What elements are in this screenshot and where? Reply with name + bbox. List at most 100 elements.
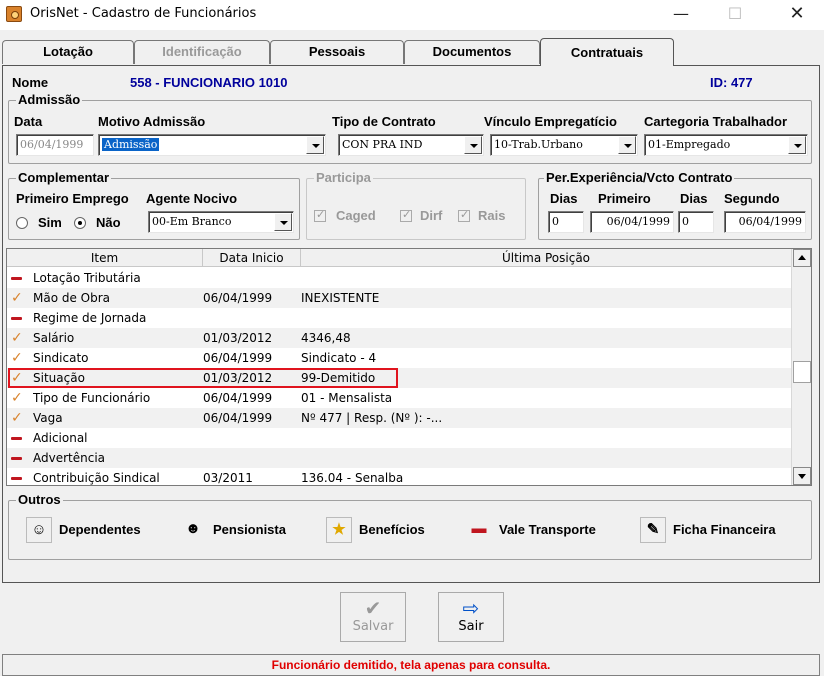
table-row[interactable]: Contribuição Sindical 03/2011 136.04 - Sen… bbox=[7, 468, 791, 485]
table-row[interactable]: Lotação Tributária bbox=[7, 268, 791, 288]
cell-item: Contribuição Sindical bbox=[33, 471, 160, 485]
grid-scrollbar[interactable] bbox=[791, 249, 811, 485]
tab-lotacao[interactable]: Lotação bbox=[2, 40, 134, 64]
table-row[interactable]: ✓ Sindicato 06/04/1999 Sindicato - 4 bbox=[7, 348, 791, 368]
dias2-input[interactable]: 0 bbox=[678, 211, 714, 233]
dirf-checkbox bbox=[400, 208, 412, 222]
star-icon: ★ bbox=[326, 517, 352, 543]
cell-data-inicio: 03/2011 bbox=[203, 471, 253, 485]
col-item[interactable]: Item bbox=[7, 249, 203, 267]
vale-transporte-button[interactable]: ▬ Vale Transporte bbox=[466, 514, 626, 546]
cell-data-inicio: 06/04/1999 bbox=[203, 351, 273, 365]
col-data-inicio[interactable]: Data Inicio bbox=[203, 249, 301, 267]
table-row[interactable]: ✓ Tipo de Funcionário 06/04/1999 01 - Mensa… bbox=[7, 388, 791, 408]
nome-label: Nome bbox=[12, 75, 49, 90]
tipo-contrato-label: Tipo de Contrato bbox=[332, 114, 436, 129]
complementar-title: Complementar bbox=[16, 170, 112, 185]
employee-name: 558 - FUNCIONARIO 1010 bbox=[130, 75, 288, 90]
chevron-down-icon[interactable] bbox=[274, 213, 292, 231]
chevron-down-icon[interactable] bbox=[464, 136, 482, 154]
data-admissao-field: 06/04/1999 bbox=[16, 134, 94, 156]
primeiro-date-input[interactable]: 06/04/1999 bbox=[590, 211, 674, 233]
cell-item: Vaga bbox=[33, 411, 63, 425]
cell-data-inicio bbox=[203, 268, 299, 288]
tab-contratuais[interactable]: Contratuais bbox=[540, 38, 674, 66]
bus-icon: ▬ bbox=[466, 517, 492, 543]
table-row[interactable]: Advertência bbox=[7, 448, 791, 468]
nao-radio[interactable] bbox=[74, 217, 86, 229]
people-icon: ☻ bbox=[180, 517, 206, 543]
tab-documentos[interactable]: Documentos bbox=[404, 40, 540, 64]
cell-data-inicio bbox=[203, 428, 299, 448]
minimize-button[interactable]: — bbox=[658, 0, 704, 30]
check-icon: ✓ bbox=[11, 330, 23, 346]
agente-nocivo-select[interactable]: 00-Em Branco bbox=[148, 211, 294, 233]
sim-label: Sim bbox=[38, 215, 62, 230]
sim-radio[interactable] bbox=[16, 217, 28, 229]
categoria-select[interactable]: 01-Empregado bbox=[644, 134, 808, 156]
motivo-label: Motivo Admissão bbox=[98, 114, 206, 129]
cell-ultima-posicao: 136.04 - Senalba bbox=[301, 471, 404, 485]
cell-data-inicio bbox=[203, 308, 299, 328]
vale-transporte-label: Vale Transporte bbox=[499, 522, 596, 537]
minus-icon bbox=[11, 437, 22, 440]
maximize-button[interactable]: ☐ bbox=[712, 0, 758, 30]
title-bar: OrisNet - Cadastro de Funcionários — ☐ ✕ bbox=[0, 0, 824, 30]
dias2-label: Dias bbox=[680, 191, 708, 206]
table-row[interactable]: Adicional bbox=[7, 428, 791, 448]
cell-ultima-posicao: 4346,48 bbox=[301, 331, 351, 345]
segundo-label: Segundo bbox=[724, 191, 780, 206]
cell-item: Lotação Tributária bbox=[33, 271, 141, 285]
pensionista-button[interactable]: ☻ Pensionista bbox=[180, 514, 310, 546]
check-icon: ✓ bbox=[11, 370, 23, 386]
table-row[interactable]: ✓ Situação 01/03/2012 99-Demitido bbox=[7, 368, 791, 388]
cell-ultima-posicao: INEXISTENTE bbox=[301, 291, 380, 305]
scroll-up-button[interactable] bbox=[793, 249, 811, 267]
ficha-financeira-button[interactable]: ✎ Ficha Financeira bbox=[640, 514, 810, 546]
chevron-down-icon[interactable] bbox=[788, 136, 806, 154]
dias-label: Dias bbox=[550, 191, 578, 206]
chevron-down-icon[interactable] bbox=[306, 136, 324, 154]
tab-pessoais[interactable]: Pessoais bbox=[270, 40, 404, 64]
cell-item: Tipo de Funcionário bbox=[33, 391, 151, 405]
sair-button[interactable]: ⇨ Sair bbox=[438, 592, 504, 642]
agente-nocivo-label: Agente Nocivo bbox=[146, 191, 238, 206]
document-icon: ✎ bbox=[640, 517, 666, 543]
check-icon: ✓ bbox=[11, 410, 23, 426]
contract-items-grid[interactable]: Item Data Inicio Última Posição Lotação … bbox=[6, 248, 812, 486]
check-icon: ✓ bbox=[11, 350, 23, 366]
cell-item: Salário bbox=[33, 331, 75, 345]
cell-data-inicio: 01/03/2012 bbox=[203, 371, 273, 385]
agente-nocivo-value: 00-Em Branco bbox=[152, 215, 232, 228]
table-row[interactable]: ✓ Salário 01/03/2012 4346,48 bbox=[7, 328, 791, 348]
check-icon: ✓ bbox=[11, 290, 23, 306]
cell-data-inicio: 06/04/1999 bbox=[203, 411, 273, 425]
col-ultima-posicao[interactable]: Última Posição bbox=[301, 249, 791, 267]
table-row[interactable]: ✓ Vaga 06/04/1999 Nº 477 | Resp. (Nº ): -..… bbox=[7, 408, 791, 428]
tab-identificacao: Identificação bbox=[134, 40, 270, 64]
ficha-financeira-label: Ficha Financeira bbox=[673, 522, 776, 537]
scroll-thumb[interactable] bbox=[793, 361, 811, 383]
rais-checkbox bbox=[458, 208, 470, 222]
scroll-down-button[interactable] bbox=[793, 467, 811, 485]
dirf-label: Dirf bbox=[420, 208, 443, 223]
data-label: Data bbox=[14, 114, 43, 129]
beneficios-button[interactable]: ★ Benefícios bbox=[326, 514, 456, 546]
table-row[interactable]: ✓ Mão de Obra 06/04/1999 INEXISTENTE bbox=[7, 288, 791, 308]
motivo-admissao-select[interactable]: Admissão bbox=[98, 134, 326, 156]
minus-icon bbox=[11, 277, 22, 280]
close-button[interactable]: ✕ bbox=[774, 0, 820, 30]
table-row[interactable]: Regime de Jornada bbox=[7, 308, 791, 328]
sair-label: Sair bbox=[458, 619, 484, 634]
dependentes-button[interactable]: ☺ Dependentes bbox=[26, 514, 166, 546]
cell-data-inicio: 06/04/1999 bbox=[203, 391, 273, 405]
tipo-contrato-select[interactable]: CON PRA IND bbox=[338, 134, 484, 156]
caged-label: Caged bbox=[336, 208, 376, 223]
segundo-date-input[interactable]: 06/04/1999 bbox=[724, 211, 806, 233]
chevron-down-icon[interactable] bbox=[618, 136, 636, 154]
vinculo-select[interactable]: 10-Trab.Urbano bbox=[490, 134, 638, 156]
window-title: OrisNet - Cadastro de Funcionários bbox=[30, 6, 257, 21]
dias-input[interactable]: 0 bbox=[548, 211, 584, 233]
cell-ultima-posicao bbox=[301, 268, 789, 288]
primeiro-emprego-label: Primeiro Emprego bbox=[16, 191, 129, 206]
